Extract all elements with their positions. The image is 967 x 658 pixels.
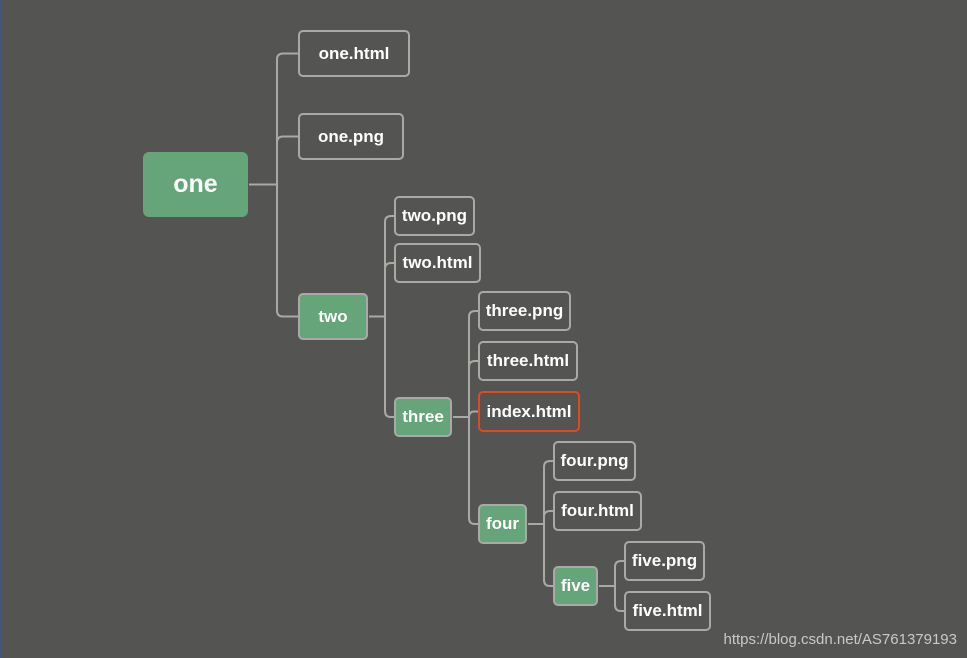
node-three-html[interactable]: three.html bbox=[478, 341, 578, 381]
connector-four-four_png bbox=[528, 460, 554, 525]
connector-four-five bbox=[528, 523, 554, 587]
node-four[interactable]: four bbox=[478, 504, 527, 544]
node-five-png[interactable]: five.png bbox=[624, 541, 705, 581]
connector-three-three_png bbox=[453, 310, 479, 418]
connector-three-four bbox=[453, 416, 479, 525]
node-index-html[interactable]: index.html bbox=[478, 391, 580, 432]
node-three-png[interactable]: three.png bbox=[478, 291, 571, 331]
node-two[interactable]: two bbox=[298, 293, 368, 340]
connector-five-five_html bbox=[599, 585, 625, 612]
connector-two-two_html bbox=[369, 262, 395, 318]
node-two-html[interactable]: two.html bbox=[394, 243, 481, 283]
node-four-html[interactable]: four.html bbox=[553, 491, 642, 531]
node-four-png[interactable]: four.png bbox=[553, 441, 636, 481]
watermark: https://blog.csdn.net/AS761379193 bbox=[723, 631, 957, 648]
connector-four-four_html bbox=[528, 510, 554, 525]
connector-one-one_png bbox=[249, 135, 299, 186]
node-five[interactable]: five bbox=[553, 566, 598, 606]
connector-one-one_html bbox=[249, 52, 299, 186]
connector-two-two_png bbox=[369, 215, 395, 318]
connector-one-two bbox=[249, 183, 299, 318]
node-three[interactable]: three bbox=[394, 397, 452, 437]
connector-three-three_html bbox=[453, 360, 479, 418]
node-one-html[interactable]: one.html bbox=[298, 30, 410, 77]
node-one-png[interactable]: one.png bbox=[298, 113, 404, 160]
node-one[interactable]: one bbox=[143, 152, 248, 217]
connector-five-five_png bbox=[599, 560, 625, 587]
node-two-png[interactable]: two.png bbox=[394, 196, 475, 236]
connector-two-three bbox=[369, 315, 395, 418]
node-five-html[interactable]: five.html bbox=[624, 591, 711, 631]
